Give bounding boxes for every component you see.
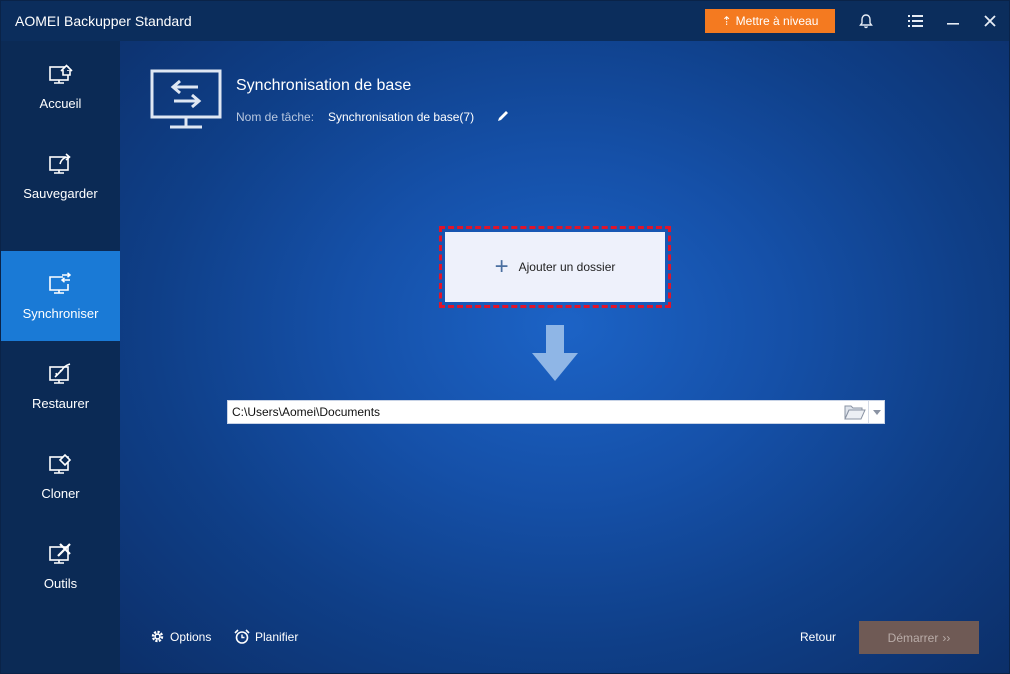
chevron-down-icon[interactable] <box>868 401 884 423</box>
home-icon <box>48 63 73 84</box>
sidebar-item-label: Sauvegarder <box>23 185 98 201</box>
edit-pencil-icon[interactable] <box>496 109 510 123</box>
sidebar-item-home[interactable]: Accueil <box>1 41 120 131</box>
down-arrow-icon <box>532 325 578 381</box>
sync-icon <box>48 271 71 294</box>
sidebar-item-sync[interactable]: Synchroniser <box>1 251 120 341</box>
start-label: Démarrer <box>887 630 939 645</box>
title-bar: AOMEI Backupper Standard ⇡ Mettre à nive… <box>1 1 1009 41</box>
sidebar-item-label: Accueil <box>39 95 82 111</box>
backup-icon <box>48 152 71 174</box>
add-folder-highlight: + Ajouter un dossier <box>439 226 671 308</box>
close-icon[interactable] <box>980 11 1000 31</box>
sync-monitor-icon <box>150 69 222 129</box>
start-chevrons: ›› <box>942 630 951 645</box>
page-title: Synchronisation de base <box>236 77 412 94</box>
main-panel: Synchronisation de base Nom de tâche: Sy… <box>120 41 1009 673</box>
minimize-icon[interactable] <box>943 11 963 31</box>
plus-icon: + <box>494 253 509 280</box>
alarm-clock-icon <box>234 629 250 644</box>
restore-icon <box>48 362 70 384</box>
sidebar-item-label: Synchroniser <box>22 305 99 321</box>
add-folder-label: Ajouter un dossier <box>518 260 616 274</box>
destination-path-input[interactable] <box>228 401 842 423</box>
sidebar-item-label: Outils <box>43 575 78 591</box>
gear-icon <box>151 630 164 643</box>
sidebar-item-tools[interactable]: Outils <box>1 521 120 611</box>
schedule-button[interactable]: Planifier <box>234 629 298 644</box>
sidebar-item-clone[interactable]: Cloner <box>1 431 120 521</box>
start-button[interactable]: Démarrer ›› <box>859 621 979 654</box>
upgrade-button[interactable]: ⇡ Mettre à niveau <box>705 9 835 33</box>
add-folder-button[interactable]: + Ajouter un dossier <box>445 232 665 302</box>
sidebar-item-label: Cloner <box>41 485 80 501</box>
options-label: Options <box>170 629 212 644</box>
sidebar-item-restore[interactable]: Restaurer <box>1 341 120 431</box>
app-title: AOMEI Backupper Standard <box>15 13 192 29</box>
task-name-value: Synchronisation de base(7) <box>328 110 475 124</box>
upgrade-label: Mettre à niveau <box>735 14 819 28</box>
sidebar: Accueil Sauvegarder Synchroniser Restaur… <box>1 41 120 673</box>
app-window: AOMEI Backupper Standard ⇡ Mettre à nive… <box>0 0 1010 674</box>
browse-folder-icon[interactable] <box>842 401 868 423</box>
destination-path-field <box>227 400 885 424</box>
options-button[interactable]: Options <box>150 629 211 644</box>
menu-icon[interactable] <box>905 11 925 31</box>
return-button[interactable]: Retour <box>800 630 836 644</box>
upgrade-arrow-icon: ⇡ <box>721 14 732 28</box>
task-name-label: Nom de tâche: <box>236 110 315 124</box>
sidebar-item-label: Restaurer <box>31 395 90 411</box>
clone-icon <box>48 453 71 474</box>
sidebar-item-backup[interactable]: Sauvegarder <box>1 131 120 221</box>
tools-icon <box>48 542 71 564</box>
bell-icon[interactable] <box>856 11 876 31</box>
schedule-label: Planifier <box>255 629 299 644</box>
